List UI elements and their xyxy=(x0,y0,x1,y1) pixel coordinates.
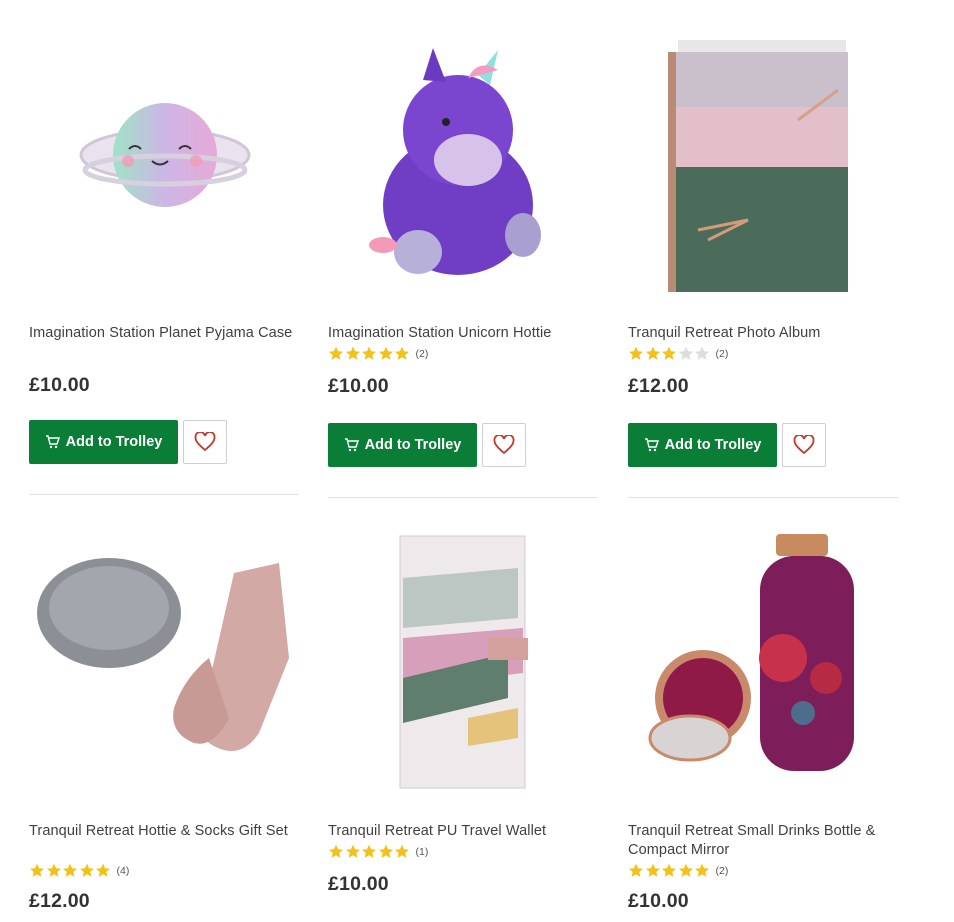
review-count: (4) xyxy=(116,864,130,877)
star-filled-icon xyxy=(645,863,660,877)
star-filled-icon xyxy=(96,863,110,877)
star-filled-icon xyxy=(329,346,343,360)
product-rating[interactable]: (2) xyxy=(328,346,598,361)
divider xyxy=(328,497,598,498)
product-rating[interactable]: (2) xyxy=(628,863,898,878)
product-actions: Add to Trolley xyxy=(328,423,598,467)
add-to-trolley-button[interactable]: Add to Trolley xyxy=(328,423,477,467)
star-filled-icon xyxy=(395,346,409,360)
favourite-button[interactable] xyxy=(782,423,826,467)
star-empty-icon xyxy=(695,346,709,360)
product-image-unicorn-hottie[interactable] xyxy=(328,30,598,300)
product-card: Imagination Station Unicorn Hottie (2) £… xyxy=(328,30,598,498)
product-rating[interactable]: (1) xyxy=(328,844,598,859)
star-filled-icon xyxy=(662,346,676,360)
product-price: £10.00 xyxy=(628,890,689,912)
star-filled-icon xyxy=(629,346,643,360)
trolley-icon xyxy=(344,438,359,452)
star-filled-icon xyxy=(362,346,376,360)
trolley-icon xyxy=(45,435,60,449)
product-card: Tranquil Retreat Hottie & Socks Gift Set… xyxy=(29,528,299,913)
product-title[interactable]: Tranquil Retreat PU Travel Wallet xyxy=(328,822,598,841)
trolley-icon xyxy=(644,438,659,452)
add-to-trolley-label: Add to Trolley xyxy=(65,434,163,450)
heart-icon xyxy=(194,432,216,452)
favourite-button[interactable] xyxy=(183,420,227,464)
product-grid: Imagination Station Planet Pyjama Case £… xyxy=(0,0,954,922)
rating-stars xyxy=(328,346,411,361)
add-to-trolley-button[interactable]: Add to Trolley xyxy=(628,423,777,467)
product-image-bottle-mirror[interactable] xyxy=(628,528,898,798)
divider xyxy=(628,497,898,498)
product-image-hottie-socks[interactable] xyxy=(29,528,299,798)
star-filled-icon xyxy=(79,863,94,877)
product-card: Tranquil Retreat Photo Album (2) £12.00 … xyxy=(628,30,898,498)
product-actions: Add to Trolley xyxy=(29,420,299,464)
star-filled-icon xyxy=(362,844,376,858)
rating-stars xyxy=(328,844,411,859)
review-count: (2) xyxy=(415,347,429,360)
product-title[interactable]: Imagination Station Unicorn Hottie xyxy=(328,324,598,343)
product-card: Tranquil Retreat Small Drinks Bottle & C… xyxy=(628,528,898,913)
star-filled-icon xyxy=(629,863,643,877)
star-filled-icon xyxy=(678,863,693,877)
product-image-photo-album[interactable] xyxy=(628,30,898,300)
star-filled-icon xyxy=(695,863,709,877)
add-to-trolley-label: Add to Trolley xyxy=(664,437,762,453)
rating-stars xyxy=(628,863,711,878)
favourite-button[interactable] xyxy=(482,423,526,467)
product-title[interactable]: Tranquil Retreat Small Drinks Bottle & C… xyxy=(628,822,898,860)
star-filled-icon xyxy=(345,346,360,360)
star-filled-icon xyxy=(378,844,393,858)
review-count: (2) xyxy=(715,347,729,360)
rating-stars xyxy=(29,863,112,878)
star-filled-icon xyxy=(395,844,409,858)
star-filled-icon xyxy=(63,863,77,877)
star-filled-icon xyxy=(378,346,393,360)
review-count: (2) xyxy=(715,864,729,877)
product-rating[interactable]: (2) xyxy=(628,346,898,361)
add-to-trolley-label: Add to Trolley xyxy=(364,437,462,453)
product-actions: Add to Trolley xyxy=(628,423,898,467)
product-image-planet-pyjama-case[interactable] xyxy=(29,30,299,300)
star-filled-icon xyxy=(662,863,676,877)
star-empty-icon xyxy=(678,346,693,360)
divider xyxy=(29,494,299,495)
star-filled-icon xyxy=(329,844,343,858)
product-title[interactable]: Imagination Station Planet Pyjama Case xyxy=(29,324,299,362)
product-price: £12.00 xyxy=(29,890,90,912)
product-price: £10.00 xyxy=(328,375,389,397)
heart-icon xyxy=(493,435,515,455)
product-title[interactable]: Tranquil Retreat Photo Album xyxy=(628,324,898,343)
star-filled-icon xyxy=(345,844,360,858)
product-price: £10.00 xyxy=(328,873,389,895)
star-filled-icon xyxy=(645,346,660,360)
product-price: £10.00 xyxy=(29,374,90,396)
heart-icon xyxy=(793,435,815,455)
rating-stars xyxy=(628,346,711,361)
add-to-trolley-button[interactable]: Add to Trolley xyxy=(29,420,178,464)
product-image-travel-wallet[interactable] xyxy=(328,528,598,798)
product-rating[interactable]: (4) xyxy=(29,863,299,878)
star-filled-icon xyxy=(30,863,44,877)
product-card: Imagination Station Planet Pyjama Case £… xyxy=(29,30,299,495)
review-count: (1) xyxy=(415,845,429,858)
product-title[interactable]: Tranquil Retreat Hottie & Socks Gift Set xyxy=(29,822,299,860)
product-card: Tranquil Retreat PU Travel Wallet (1) £1… xyxy=(328,528,598,896)
star-filled-icon xyxy=(46,863,61,877)
product-price: £12.00 xyxy=(628,375,689,397)
